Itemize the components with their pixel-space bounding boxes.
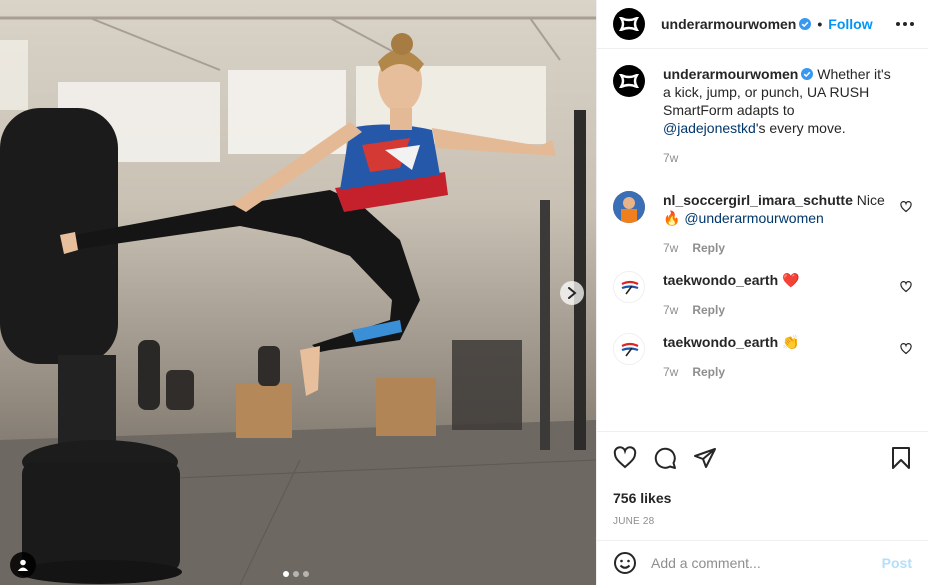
caption-time[interactable]: 7w — [663, 149, 678, 167]
under-armour-logo-icon — [619, 17, 639, 31]
follow-button[interactable]: Follow — [828, 16, 872, 32]
chevron-right-icon — [568, 287, 577, 299]
comment-composer: Post — [597, 540, 928, 585]
reply-button[interactable]: Reply — [692, 363, 725, 381]
user-tag-icon — [17, 559, 29, 571]
taekwondo-logo-icon — [614, 272, 644, 302]
likes-count[interactable]: 756 likes — [613, 490, 912, 506]
verified-badge-icon — [801, 68, 814, 80]
carousel-dot-active — [283, 571, 289, 577]
like-comment-heart-icon[interactable] — [900, 281, 912, 293]
tagged-users-button[interactable] — [10, 552, 36, 578]
comment-input[interactable] — [651, 555, 882, 571]
comment-emoji: 👏 — [782, 334, 800, 350]
caption-mention[interactable]: @jadejonestkd — [663, 120, 756, 136]
verified-badge-icon — [799, 18, 812, 30]
carousel-dot — [303, 571, 309, 577]
taekwondo-logo-icon — [614, 334, 644, 364]
bookmark-icon — [892, 447, 910, 469]
like-comment-heart-icon[interactable] — [900, 343, 912, 355]
comments-list: underarmourwomen Whether it's a kick, ju… — [597, 49, 928, 431]
carousel-indicator — [283, 571, 309, 577]
caption: underarmourwomen Whether it's a kick, ju… — [613, 65, 912, 167]
comment-time[interactable]: 7w — [663, 301, 678, 319]
post-date[interactable]: JUNE 28 — [613, 516, 912, 527]
comment-item: taekwondo_earth ❤️ 7w Reply — [613, 271, 912, 319]
comment-time[interactable]: 7w — [663, 363, 678, 381]
commenter-avatar[interactable] — [613, 333, 645, 365]
caption-username[interactable]: underarmourwomen — [663, 66, 798, 82]
share-icon — [694, 448, 716, 468]
like-comment-heart-icon[interactable] — [900, 201, 912, 213]
emoji-button[interactable] — [613, 551, 637, 575]
commenter-username[interactable]: taekwondo_earth — [663, 272, 778, 288]
carousel-dot — [293, 571, 299, 577]
commenter-username[interactable]: taekwondo_earth — [663, 334, 778, 350]
comment-item: nl_soccergirl_imara_schutte Nice 🔥 @unde… — [613, 191, 912, 257]
under-armour-logo-icon — [619, 74, 639, 88]
comment-item: taekwondo_earth 👏 7w Reply — [613, 333, 912, 381]
reply-button[interactable]: Reply — [692, 301, 725, 319]
comment-time[interactable]: 7w — [663, 239, 678, 257]
next-image-button[interactable] — [560, 281, 584, 305]
caption-text-end: 's every move. — [755, 120, 846, 136]
save-button[interactable] — [890, 446, 912, 470]
comment-emoji: 🔥 — [663, 210, 681, 226]
caption-avatar[interactable] — [613, 65, 645, 97]
comment-text: Nice — [852, 192, 885, 208]
more-options-icon[interactable] — [896, 22, 914, 26]
post-comment-button[interactable]: Post — [882, 555, 912, 571]
commenter-avatar[interactable] — [613, 271, 645, 303]
comment-mention[interactable]: @underarmourwomen — [684, 210, 824, 226]
post-header: underarmourwomen • Follow — [597, 0, 928, 49]
commenter-avatar[interactable] — [613, 191, 645, 223]
reply-button[interactable]: Reply — [692, 239, 725, 257]
author-avatar[interactable] — [613, 8, 645, 40]
avatar-image — [613, 191, 645, 223]
share-button[interactable] — [693, 446, 717, 470]
commenter-username[interactable]: nl_soccergirl_imara_schutte — [663, 192, 853, 208]
comment-button[interactable] — [653, 446, 677, 470]
emoji-icon — [614, 552, 636, 574]
heart-icon — [613, 446, 637, 469]
author-username[interactable]: underarmourwomen — [661, 16, 796, 32]
post-photo — [0, 16, 596, 585]
comment-emoji: ❤️ — [782, 272, 800, 288]
header-separator: • — [817, 16, 823, 32]
post-image[interactable] — [0, 0, 596, 585]
like-button[interactable] — [613, 446, 637, 470]
comment-icon — [654, 447, 676, 469]
post-detail-panel: underarmourwomen • Follow underarmourwom… — [596, 0, 928, 585]
